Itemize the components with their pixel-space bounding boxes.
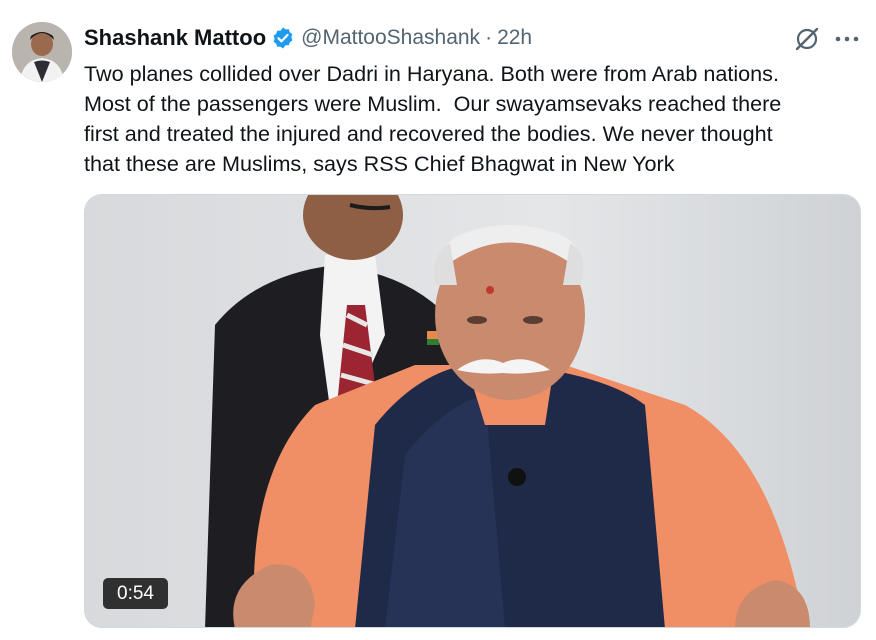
author-name[interactable]: Shashank Mattoo xyxy=(84,25,266,51)
grok-icon[interactable] xyxy=(793,25,821,53)
video-player[interactable] xyxy=(84,194,861,628)
more-options-icon[interactable] xyxy=(834,27,860,51)
avatar[interactable] xyxy=(12,22,72,82)
tweet-header: Shashank Mattoo @MattooShashank · 22h xyxy=(84,24,532,52)
separator-dot: · xyxy=(485,26,493,49)
avatar-image xyxy=(12,22,72,82)
video-duration-badge: 0:54 xyxy=(103,578,168,609)
tweet-time[interactable]: 22h xyxy=(497,26,532,50)
verified-badge-icon xyxy=(271,26,295,50)
author-handle[interactable]: @MattooShashank xyxy=(301,26,480,50)
video-thumbnail xyxy=(85,195,860,627)
tweet: Shashank Mattoo @MattooShashank · 22h Tw… xyxy=(0,0,876,640)
tweet-text: Two planes collided over Dadri in Haryan… xyxy=(84,61,782,176)
